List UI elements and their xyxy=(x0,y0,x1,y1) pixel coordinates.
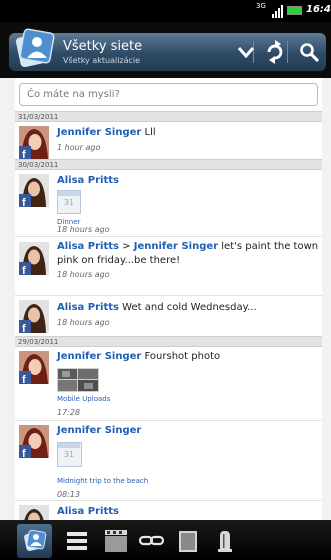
calendar-icon: 31 xyxy=(63,450,75,459)
tab-links[interactable] xyxy=(134,524,169,558)
author-link[interactable]: Jennifer Singer xyxy=(57,127,141,138)
avatar: f xyxy=(19,126,49,159)
svg-text:f: f xyxy=(22,323,26,333)
signal-icon xyxy=(272,4,284,18)
event-thumbnail[interactable]: 31 xyxy=(57,442,82,467)
author-link[interactable]: Jennifer Singer xyxy=(57,425,141,436)
author-link[interactable]: Alisa Pritts xyxy=(57,506,119,517)
tab-albums[interactable] xyxy=(170,524,205,558)
feed-post[interactable]: f Jennifer Singer Lll 1 hour ago xyxy=(15,122,322,159)
feed-post[interactable]: Alisa Pritts xyxy=(15,501,322,520)
clock: 16:40 xyxy=(306,4,331,15)
feed-post[interactable]: f Jennifer Singer 31 Midnight trip to th… xyxy=(15,421,322,501)
page-subtitle: Všetky aktualizácie xyxy=(63,56,141,65)
avatar: f xyxy=(19,242,49,275)
friend-stream-icon xyxy=(15,28,55,68)
date-header: 31/03/2011 xyxy=(15,111,322,122)
tab-status[interactable] xyxy=(59,524,94,558)
battery-icon xyxy=(287,6,302,15)
event-thumbnail[interactable]: 31 xyxy=(57,190,81,214)
status-list-icon xyxy=(67,532,87,550)
feed-post[interactable]: f Alisa Pritts > Jennifer Singer let's p… xyxy=(15,236,322,279)
news-feed[interactable]: Čo máte na mysli? 31/03/2011 f Jennifer … xyxy=(15,78,322,520)
tab-notifications[interactable] xyxy=(207,524,242,558)
svg-text:f: f xyxy=(22,149,26,159)
author-link[interactable]: Alisa Pritts xyxy=(57,302,119,313)
svg-text:f: f xyxy=(22,374,26,384)
post-time: 18 hours ago xyxy=(57,270,110,279)
post-time: 18 hours ago xyxy=(57,225,110,234)
post-time: 18 hours ago xyxy=(57,318,110,327)
network-type: 3G xyxy=(256,2,266,10)
all-updates-icon xyxy=(24,529,47,551)
page-title: Všetky siete xyxy=(63,39,143,54)
phone-screen: 3G 16:40 Všetky siete Všetky aktualizáci… xyxy=(0,0,331,560)
target-link[interactable]: Jennifer Singer xyxy=(134,241,218,252)
date-header: 29/03/2011 xyxy=(15,336,322,347)
notifications-icon xyxy=(218,531,232,552)
links-icon xyxy=(138,535,165,546)
status-update-input[interactable]: Čo máte na mysli? xyxy=(19,83,318,106)
albums-icon xyxy=(179,531,197,552)
status-input-placeholder: Čo máte na mysli? xyxy=(27,89,120,100)
album-caption[interactable]: Mobile Uploads xyxy=(57,395,110,403)
feed-post[interactable]: f Alisa Pritts 31 Dinner xyxy=(15,170,322,229)
search-icon xyxy=(300,43,319,62)
post-text-continued: pink on friday...be there! xyxy=(57,255,181,266)
app-header: Všetky siete Všetky aktualizácie xyxy=(0,22,331,78)
feed-post[interactable]: f Jennifer Singer Fourshot photo Mobile … xyxy=(15,347,322,417)
photo-thumbnail[interactable] xyxy=(57,368,99,392)
avatar: f xyxy=(19,300,49,333)
post-time: 17:28 xyxy=(57,408,81,417)
svg-text:f: f xyxy=(22,265,26,275)
svg-text:f: f xyxy=(22,448,26,458)
avatar: f xyxy=(19,174,49,207)
svg-text:f: f xyxy=(22,197,26,207)
post-text: let's paint the town xyxy=(221,241,319,252)
avatar: f xyxy=(19,425,49,458)
author-link[interactable]: Alisa Pritts xyxy=(57,241,119,252)
avatar: f xyxy=(19,351,49,384)
post-text: Lll xyxy=(144,127,156,138)
photos-icon xyxy=(105,530,127,552)
post-time: 08:13 xyxy=(57,490,81,499)
avatar xyxy=(19,505,49,520)
calendar-icon: 31 xyxy=(63,198,75,207)
post-text: Wet and cold Wednesday... xyxy=(122,302,257,313)
date-header: 30/03/2011 xyxy=(15,159,322,170)
author-link[interactable]: Jennifer Singer xyxy=(57,351,141,362)
refresh-button[interactable] xyxy=(258,33,292,71)
author-link[interactable]: Alisa Pritts xyxy=(57,175,119,186)
event-caption[interactable]: Midnight trip to the beach xyxy=(57,477,148,485)
status-bar: 3G 16:40 xyxy=(0,0,331,22)
feed-post[interactable]: f Alisa Pritts Wet and cold Wednesday...… xyxy=(15,296,322,333)
search-button[interactable] xyxy=(292,33,326,71)
bottom-tab-bar xyxy=(0,520,331,560)
post-text: Fourshot photo xyxy=(144,351,221,362)
refresh-icon xyxy=(267,40,283,64)
post-time: 1 hour ago xyxy=(57,143,101,152)
tab-all-updates[interactable] xyxy=(17,524,52,558)
title-bar[interactable]: Všetky siete Všetky aktualizácie xyxy=(9,28,326,71)
tab-photos[interactable] xyxy=(98,524,133,558)
